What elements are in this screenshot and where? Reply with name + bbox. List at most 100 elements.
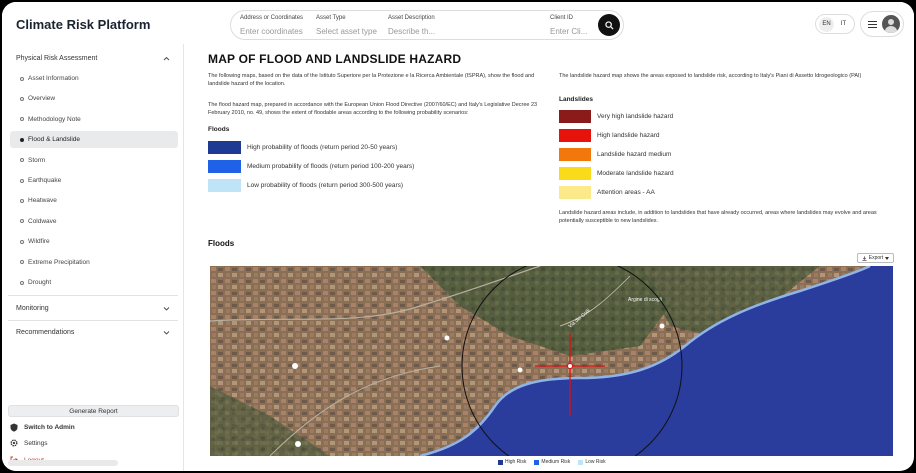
top-header: Climate Risk Platform Address or Coordin… xyxy=(2,2,914,44)
legend-label: Low Risk xyxy=(585,459,606,465)
flood-legend-item: High probability of floods (return perio… xyxy=(208,141,397,154)
asset-type-label: Asset Type xyxy=(316,15,346,21)
landslide-legend-item: Very high landslide hazard xyxy=(559,110,673,123)
legend-swatch xyxy=(559,186,591,199)
switch-to-admin-label: Switch to Admin xyxy=(24,423,75,431)
sidebar-item-heatwave[interactable]: Heatwave xyxy=(10,192,178,209)
legend-swatch xyxy=(559,148,591,161)
app-window: Climate Risk Platform Address or Coordin… xyxy=(2,2,914,471)
legend-swatch xyxy=(208,160,241,173)
flood-description: The flood hazard map, prepared in accord… xyxy=(208,102,538,116)
sidebar-item-methodology-note[interactable]: Methodology Note xyxy=(10,111,178,128)
legend-swatch xyxy=(559,129,591,142)
divider xyxy=(8,295,178,296)
legend-label: High landslide hazard xyxy=(597,132,660,139)
map-marker[interactable] xyxy=(659,323,665,329)
flood-legend-item: Medium probability of floods (return per… xyxy=(208,160,414,173)
legend-swatch xyxy=(559,167,591,180)
export-button[interactable]: Export xyxy=(857,253,894,263)
caret-down-icon xyxy=(885,256,890,260)
chevron-down-icon xyxy=(163,306,170,311)
sidebar-item-label: Drought xyxy=(28,279,52,286)
sidebar-item-wildfire[interactable]: Wildfire xyxy=(10,233,178,250)
search-icon xyxy=(604,20,614,30)
asset-description-label: Asset Description xyxy=(388,15,435,21)
lang-en-button[interactable]: EN xyxy=(819,16,834,32)
lang-it-button[interactable]: IT xyxy=(836,17,851,32)
sidebar-item-label: Flood & Landslide xyxy=(28,136,81,144)
legend-label: Moderate landslide hazard xyxy=(597,170,674,177)
sidebar-scrollbar[interactable] xyxy=(8,460,118,466)
sidebar-item-asset-information[interactable]: Asset Information xyxy=(10,70,178,87)
intro-text: The following maps, based on the data of… xyxy=(208,73,535,87)
main-content: MAP OF FLOOD AND LANDSLIDE HAZARD The fo… xyxy=(185,44,914,471)
sidebar-item-label: Earthquake xyxy=(28,177,62,184)
monitoring-section-header[interactable]: Monitoring xyxy=(8,298,178,318)
map-marker[interactable] xyxy=(517,367,523,373)
sidebar-item-label: Overview xyxy=(28,95,56,103)
sidebar-item-label: Asset Information xyxy=(28,75,79,82)
address-label: Address or Coordinates xyxy=(240,15,304,21)
map-legend: High Risk Medium Risk Low Risk xyxy=(498,459,606,465)
bullet-icon xyxy=(20,117,24,122)
bullet-icon xyxy=(20,96,24,101)
hamburger-icon xyxy=(868,19,877,30)
legend-label: High probability of floods (return perio… xyxy=(247,144,398,151)
address-input[interactable] xyxy=(240,27,310,36)
flood-map[interactable]: Via dei Colli Argine di scogli xyxy=(210,266,893,456)
address-field[interactable]: Address or Coordinates xyxy=(240,15,310,39)
settings-link[interactable]: Settings xyxy=(10,437,48,449)
legend-label: Medium probability of floods (return per… xyxy=(247,163,415,170)
gear-icon xyxy=(10,439,18,447)
settings-label: Settings xyxy=(24,439,48,447)
client-id-field[interactable]: Client ID xyxy=(550,15,594,39)
asset-description-field[interactable]: Asset Description xyxy=(388,15,448,39)
sidebar-item-overview[interactable]: Overview xyxy=(10,90,178,107)
client-id-label: Client ID xyxy=(550,15,574,21)
map-marker[interactable] xyxy=(444,335,450,341)
legend-label: Attention areas - AA xyxy=(597,189,655,196)
landslides-legend-title: Landslides xyxy=(559,96,593,103)
sidebar-item-flood-landslide[interactable]: Flood & Landslide xyxy=(10,131,178,149)
sidebar-item-earthquake[interactable]: Earthquake xyxy=(10,172,178,189)
bullet-icon xyxy=(20,76,24,81)
shield-icon xyxy=(10,423,18,432)
bullet-icon xyxy=(20,198,24,203)
sidebar: Physical Risk Assessment Asset Informati… xyxy=(2,44,184,471)
legend-label: High Risk xyxy=(505,459,527,465)
flood-legend-item: Low probability of floods (return period… xyxy=(208,179,403,192)
bullet-icon xyxy=(20,260,24,265)
sidebar-item-label: Heatwave xyxy=(28,197,57,205)
landslide-description: The landslide hazard map shows the areas… xyxy=(559,73,862,79)
legend-swatch xyxy=(208,179,241,192)
user-menu-button[interactable] xyxy=(860,11,904,37)
download-icon xyxy=(862,255,867,261)
generate-report-button[interactable]: Generate Report xyxy=(8,405,179,417)
asset-type-field[interactable]: Asset Type xyxy=(316,15,382,39)
map-legend-item: Medium Risk xyxy=(534,459,570,465)
sidebar-item-label: Wildfire xyxy=(28,238,50,246)
switch-to-admin-link[interactable]: Switch to Admin xyxy=(10,421,75,433)
legend-label: Very high landslide hazard xyxy=(597,113,674,120)
client-id-input[interactable] xyxy=(550,27,594,36)
map-canvas: Via dei Colli Argine di scogli xyxy=(210,266,893,456)
recommendations-section-header[interactable]: Recommendations xyxy=(8,322,178,342)
sidebar-item-extreme-precipitation[interactable]: Extreme Precipitation xyxy=(10,254,178,271)
bullet-icon xyxy=(20,178,24,183)
sidebar-item-drought[interactable]: Drought xyxy=(10,274,178,291)
physical-risk-section-header[interactable]: Physical Risk Assessment xyxy=(8,48,178,68)
bullet-icon xyxy=(20,239,24,244)
map-marker[interactable] xyxy=(292,363,298,369)
asset-description-input[interactable] xyxy=(388,27,448,36)
monitoring-title: Monitoring xyxy=(16,304,49,312)
bullet-icon xyxy=(20,137,24,142)
floods-map-title: Floods xyxy=(208,239,235,248)
asset-type-input[interactable] xyxy=(316,27,382,36)
legend-label: Landslide hazard medium xyxy=(597,151,672,158)
sidebar-item-storm[interactable]: Storm xyxy=(10,152,178,169)
app-title: Climate Risk Platform xyxy=(16,17,151,32)
search-button[interactable] xyxy=(598,14,620,36)
map-marker[interactable] xyxy=(295,441,301,447)
sidebar-item-coldwave[interactable]: Coldwave xyxy=(10,213,178,230)
bullet-icon xyxy=(20,280,24,285)
